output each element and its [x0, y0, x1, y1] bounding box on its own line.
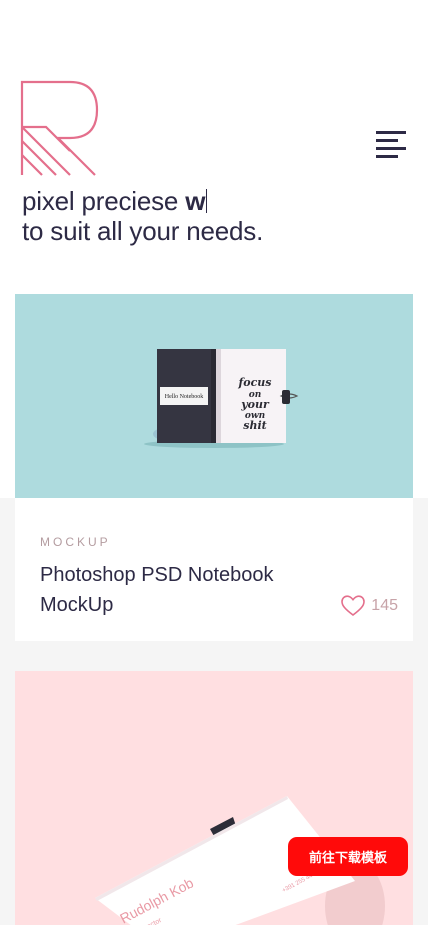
- download-template-button[interactable]: 前往下载模板: [288, 837, 408, 876]
- menu-button[interactable]: [372, 126, 412, 162]
- tagline-line-2: to suit all your needs.: [22, 216, 264, 246]
- hamburger-menu-icon-line: [376, 147, 406, 150]
- logo[interactable]: [20, 80, 100, 176]
- card-image-notebook-mockup[interactable]: Hello Notebook focus on your own shit: [15, 294, 413, 498]
- tagline-typed-text: w: [185, 186, 206, 216]
- page-lettering-word: focus: [238, 376, 272, 389]
- logo-r-icon: [20, 80, 99, 176]
- business-card-mockup-illustration: Rudolph Kob Art Director +391 255 44 665: [95, 796, 385, 925]
- card-body: MOCKUP Photoshop PSD Notebook MockUp 145: [15, 498, 413, 641]
- portfolio-card[interactable]: Hello Notebook focus on your own shit MO…: [15, 294, 413, 641]
- like-count: 145: [371, 597, 398, 614]
- heart-icon: [341, 595, 366, 617]
- card-image-business-card-mockup[interactable]: Rudolph Kob Art Director +391 255 44 665: [15, 671, 413, 925]
- hamburger-menu-icon: [376, 131, 406, 134]
- hero-tagline: pixel preciese w to suit all your needs.: [22, 186, 412, 246]
- hamburger-menu-icon-line: [376, 139, 398, 142]
- page-lettering-word: shit: [243, 419, 266, 432]
- page-lettering-word: your: [240, 398, 270, 411]
- card-category[interactable]: MOCKUP: [40, 535, 111, 549]
- portfolio-card[interactable]: Rudolph Kob Art Director +391 255 44 665: [15, 671, 413, 925]
- tagline-static-text: pixel preciese: [22, 186, 186, 216]
- card-title[interactable]: Photoshop PSD Notebook MockUp: [40, 560, 320, 620]
- hamburger-menu-icon-line: [376, 155, 398, 158]
- notebook-cover-label: Hello Notebook: [165, 394, 204, 400]
- tagline-line-1: pixel preciese w: [22, 186, 412, 216]
- like-button[interactable]: 145: [341, 594, 398, 618]
- notebook-mockup-illustration: Hello Notebook focus on your own shit: [144, 349, 299, 448]
- text-cursor: [206, 189, 208, 213]
